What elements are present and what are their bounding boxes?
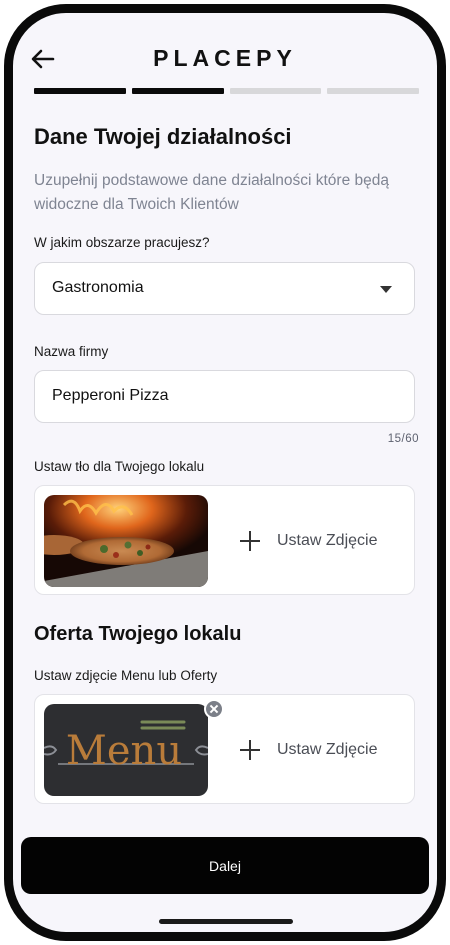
progress-step-4 bbox=[327, 88, 419, 94]
char-counter: 15/60 bbox=[387, 433, 419, 445]
area-select[interactable]: Gastronomia bbox=[34, 262, 415, 315]
page-title: Dane Twojej działalności bbox=[34, 124, 292, 149]
area-select-value: Gastronomia bbox=[52, 279, 144, 296]
header: PLACEPY bbox=[13, 35, 437, 83]
menu-label: Ustaw zdjęcie Menu lub Oferty bbox=[34, 668, 218, 683]
offer-section-title: Oferta Twojego lokalu bbox=[34, 623, 242, 645]
company-name-input[interactable]: Pepperoni Pizza bbox=[34, 370, 415, 423]
progress-step-3 bbox=[229, 88, 322, 94]
remove-photo-icon[interactable] bbox=[204, 699, 224, 719]
phone-frame: PLACEPY Dane Twojej działalności Uzupełn… bbox=[4, 4, 446, 941]
plus-icon bbox=[240, 740, 260, 760]
background-photo-card: Ustaw Zdjęcie bbox=[34, 485, 415, 595]
screen: PLACEPY Dane Twojej działalności Uzupełn… bbox=[13, 13, 437, 932]
next-button[interactable]: Dalej bbox=[21, 837, 429, 894]
progress-step-1 bbox=[34, 88, 126, 94]
plus-icon bbox=[240, 531, 260, 551]
app-title: PLACEPY bbox=[153, 45, 297, 71]
set-background-photo-button[interactable]: Ustaw Zdjęcie bbox=[240, 526, 377, 556]
menu-image-text: Menu bbox=[66, 728, 182, 774]
set-menu-photo-button[interactable]: Ustaw Zdjęcie bbox=[240, 735, 377, 765]
set-menu-photo-label: Ustaw Zdjęcie bbox=[277, 741, 378, 758]
set-background-photo-label: Ustaw Zdjęcie bbox=[277, 532, 378, 549]
caret-down-icon bbox=[380, 286, 392, 293]
company-name-value: Pepperoni Pizza bbox=[52, 387, 169, 404]
company-label: Nazwa firmy bbox=[34, 344, 109, 359]
background-photo[interactable] bbox=[44, 495, 208, 587]
home-indicator bbox=[159, 919, 293, 924]
progress-step-2 bbox=[131, 88, 224, 94]
page-subtitle: Uzupełnij podstawowe dane działalności k… bbox=[34, 172, 390, 213]
step-progress bbox=[34, 88, 419, 94]
background-label: Ustaw tło dla Twojego lokalu bbox=[34, 459, 205, 474]
menu-photo-card: Menu Ustaw Zdjęcie bbox=[34, 694, 415, 804]
area-label: W jakim obszarze pracujesz? bbox=[34, 235, 210, 250]
menu-photo[interactable]: Menu bbox=[44, 704, 208, 796]
